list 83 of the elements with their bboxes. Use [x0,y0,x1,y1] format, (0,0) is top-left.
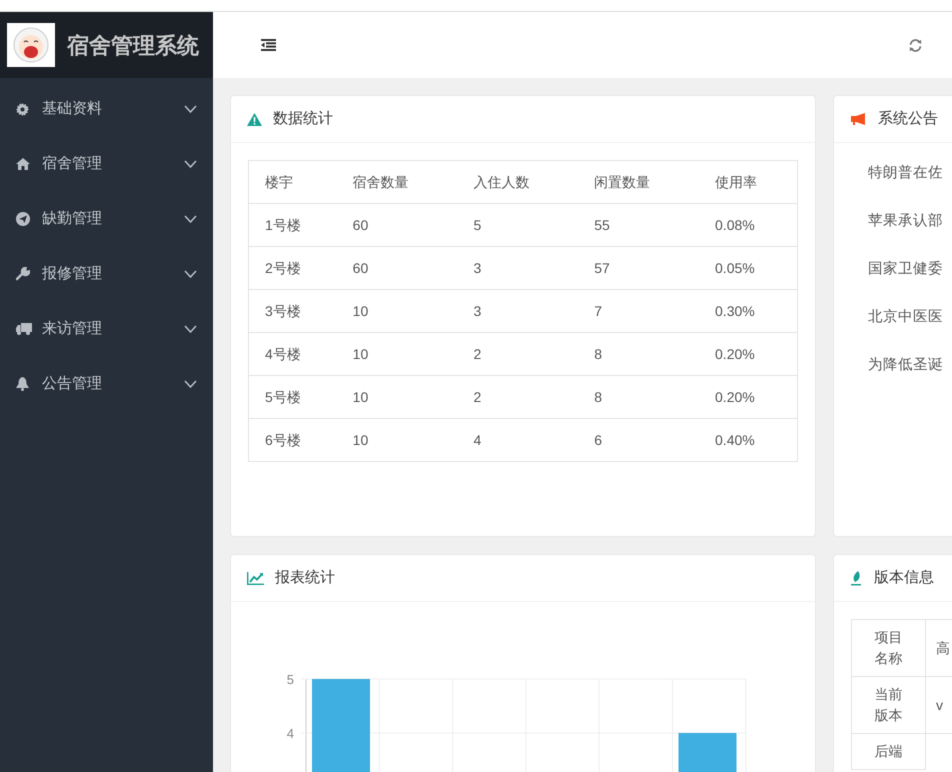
table-cell: 8 [578,376,700,418]
table-cell: 后端 [852,734,926,770]
table-cell: 4号楼 [248,332,337,376]
chevron-icon [184,105,197,113]
sidebar-item[interactable]: 报修管理 [0,246,213,302]
table-cell: 8 [578,332,700,376]
table-cell: 当前版本 [852,676,926,734]
table-cell: 2号楼 [248,246,337,290]
table-cell: 6 [578,418,700,462]
refresh-icon[interactable] [909,38,922,52]
table-cell: 10 [336,332,458,376]
table-cell: 0.30% [699,290,798,332]
bell-icon [16,377,29,391]
column-header: 楼宇 [248,160,337,204]
notice-link[interactable]: 国家卫健委 [834,246,952,294]
warning-icon [247,112,262,126]
notice-link[interactable]: 为降低圣诞 [834,342,952,390]
menu-label: 缺勤管理 [41,208,103,229]
table-cell: 项目名称 [852,620,926,676]
truck-icon [16,323,32,335]
table-cell: 1号楼 [248,204,337,246]
table-cell: 2 [457,332,578,376]
notice-link[interactable]: 北京中医医 [834,294,952,342]
menu-label: 报修管理 [41,264,103,284]
table-cell: 0.20% [699,332,798,376]
sidebar-item[interactable]: 缺勤管理 [0,192,213,246]
column-header: 使用率 [699,160,798,204]
table-cell: 10 [336,418,458,462]
table-cell: 6号楼 [248,418,337,462]
notice-link[interactable]: 苹果承认部 [834,198,952,246]
gear-icon [16,102,29,116]
axis-tick-label: 4 [286,726,294,741]
column-header: 入住人数 [457,160,578,204]
menu-label: 宿舍管理 [41,154,103,174]
chevron-icon [184,270,197,278]
table-cell: 7 [578,290,700,332]
column-header: 宿舍数量 [336,160,458,204]
line-chart-icon [247,572,264,584]
chevron-icon [184,160,197,168]
notice-link[interactable]: 特朗普在佐 [834,150,952,198]
table-cell: 10 [336,290,458,332]
sidebar-item[interactable]: 来访管理 [0,302,213,356]
chart-bar [678,733,736,772]
menu-label: 基础资料 [41,98,103,119]
chevron-icon [184,325,197,333]
card-title: 报表统计 [275,568,335,588]
table-cell: 5号楼 [248,376,337,418]
leaf-icon [851,570,863,586]
megaphone-icon [851,113,867,125]
menu-label: 公告管理 [41,374,103,394]
paper-plane-icon [16,212,30,226]
sidebar-item[interactable]: 基础资料 [0,82,213,136]
table-cell: 2 [457,376,578,418]
axis-tick-label: 5 [286,672,294,687]
table-cell: 60 [336,204,458,246]
wrench-icon [16,267,30,281]
card-title: 系统公告 [878,108,938,129]
home-icon [16,158,30,170]
table-cell: 0.20% [699,376,798,418]
table-cell: 0.40% [699,418,798,462]
menu-label: 来访管理 [41,318,103,339]
chevron-icon [184,215,197,223]
card-title: 版本信息 [874,568,934,588]
brand-title: 宿舍管理系统 [67,32,199,60]
outdent-icon[interactable] [261,39,276,51]
sidebar-item[interactable]: 公告管理 [0,356,213,412]
table-cell: 57 [578,246,700,290]
table-cell: 0.05% [699,246,798,290]
column-header: 闲置数量 [578,160,700,204]
table-cell: 55 [578,204,700,246]
table-cell: 高 [926,620,952,676]
table-cell: 3号楼 [248,290,337,332]
card-title: 数据统计 [273,108,333,129]
table-cell: 3 [457,290,578,332]
logo-drawing [7,23,55,67]
table-cell: 60 [336,246,458,290]
table-cell: 4 [457,418,578,462]
table-cell: 10 [336,376,458,418]
table-cell: 3 [457,246,578,290]
table-cell: 0.08% [699,204,798,246]
sidebar-item[interactable]: 宿舍管理 [0,136,213,192]
chevron-icon [184,380,197,388]
table-cell: 5 [457,204,578,246]
